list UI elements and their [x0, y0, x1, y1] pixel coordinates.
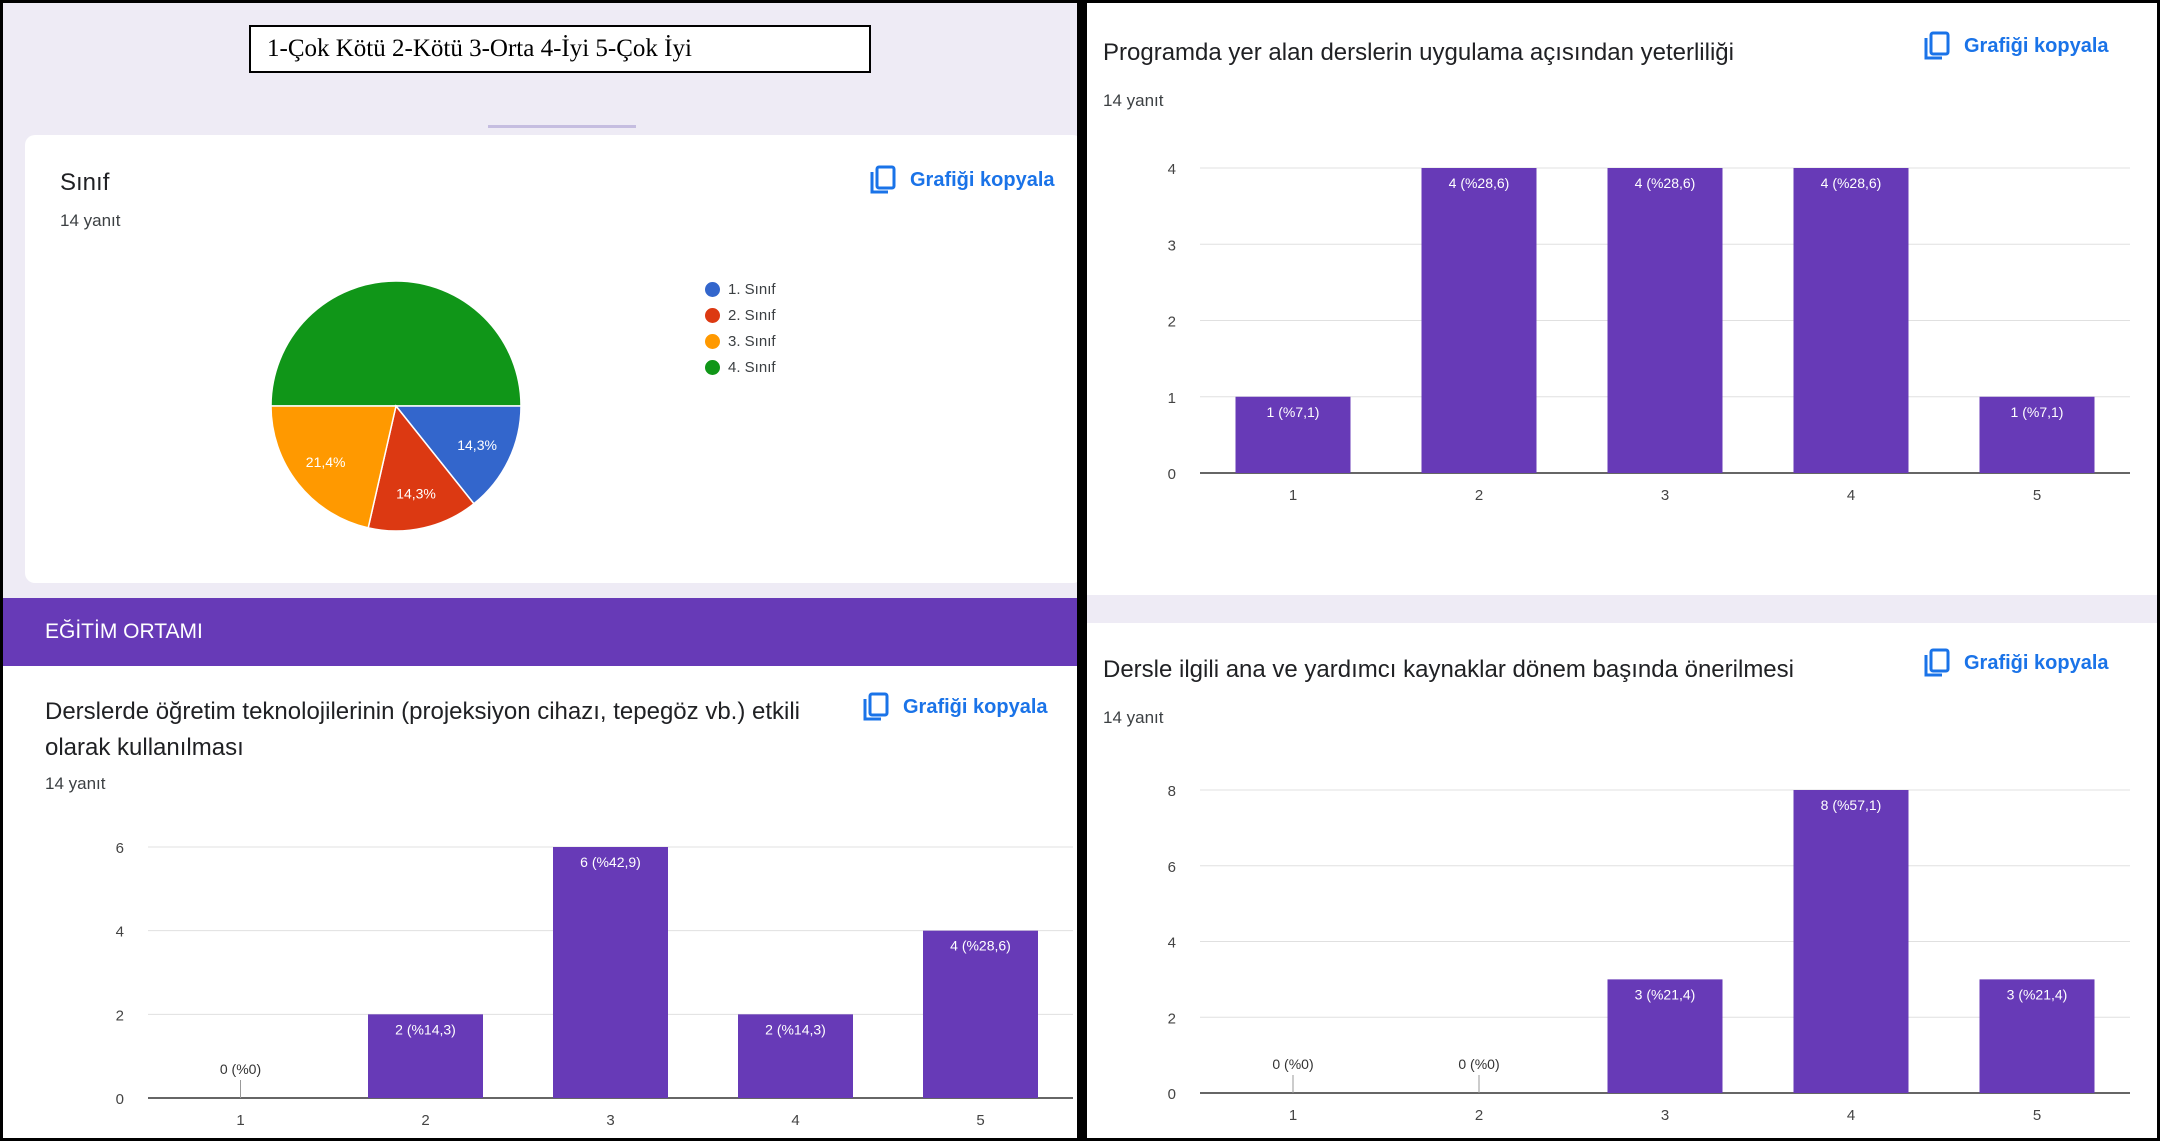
- bar-value-label: 2 (%14,3): [765, 1021, 826, 1037]
- legend-label: 2. Sınıf: [728, 307, 776, 324]
- y-tick-label: 0: [116, 1091, 124, 1108]
- legend-label: 1. Sınıf: [728, 281, 776, 298]
- pie-chart-card: Sınıf 14 yanıt Grafiği kopyala 50% 14,3% 1…: [25, 135, 1077, 583]
- legend-label: 3. Sınıf: [728, 333, 776, 350]
- y-tick-label: 4: [1168, 161, 1176, 178]
- x-tick-label: 5: [2033, 487, 2041, 504]
- x-tick-label: 1: [1289, 487, 1297, 504]
- y-tick-label: 4: [116, 924, 124, 941]
- y-tick-label: 3: [1168, 237, 1176, 254]
- x-tick-label: 1: [1289, 1107, 1297, 1124]
- x-tick-label: 2: [421, 1112, 429, 1129]
- bar-chart-practical-adequacy: 0 1 2 3 4 1 (%7,1) 1 4 (%28,6) 2 4 (%28,6) 3 4 (%28…: [1168, 161, 2130, 504]
- bar-value-label: 0 (%0): [1272, 1056, 1313, 1072]
- section-header: EĞİTİM ORTAMI: [3, 598, 1077, 666]
- x-tick-label: 2: [1475, 487, 1483, 504]
- pie-label-3: 21,4%: [306, 454, 346, 470]
- bar-value-label: 2 (%14,3): [395, 1021, 456, 1037]
- bar-value-label: 3 (%21,4): [1635, 986, 1696, 1002]
- y-tick-label: 1: [1168, 390, 1176, 407]
- bar-4: [1793, 790, 1909, 1093]
- pie-label-1: 14,3%: [457, 437, 497, 453]
- x-tick-label: 3: [606, 1112, 614, 1129]
- pie-label-2: 14,3%: [396, 486, 436, 502]
- bar-value-label: 3 (%21,4): [2007, 986, 2068, 1002]
- x-tick-label: 5: [976, 1112, 984, 1129]
- y-tick-label: 0: [1168, 1086, 1176, 1103]
- y-tick-label: 2: [1168, 1010, 1176, 1027]
- bar-value-label: 8 (%57,1): [1821, 797, 1882, 813]
- bar-value-label: 4 (%28,6): [950, 938, 1011, 954]
- x-tick-label: 5: [2033, 1107, 2041, 1124]
- legend-dot: [705, 360, 720, 375]
- y-tick-label: 6: [1168, 859, 1176, 876]
- bar-4: [1793, 168, 1909, 473]
- y-tick-label: 2: [116, 1007, 124, 1024]
- bar-value-label: 6 (%42,9): [580, 854, 641, 870]
- bar-5: [923, 930, 1038, 1098]
- legend-dot: [705, 334, 720, 349]
- y-tick-label: 4: [1168, 935, 1176, 952]
- left-bottom-panel: Derslerde öğretim teknolojilerinin (proj…: [3, 666, 1077, 1138]
- bar-2: [1421, 168, 1537, 473]
- right-top-panel: Programda yer alan derslerin uygulama aç…: [1087, 3, 2157, 595]
- bar-value-label: 0 (%0): [1458, 1056, 1499, 1072]
- tab-indicator: [488, 125, 636, 128]
- bar-chart-teaching-technologies: 0 2 4 6 0 (%0) 1 2 (%14,3) 2 6 (%42,9) 3 2 (%14,3)…: [116, 840, 1073, 1129]
- legend-dot: [705, 308, 720, 323]
- pie-legend-item: 4. Sınıf: [705, 359, 776, 376]
- x-tick-label: 3: [1661, 1107, 1669, 1124]
- pie-chart: 50% 14,3% 14,3% 21,4%: [270, 268, 522, 532]
- bar-value-label: 1 (%7,1): [1267, 404, 1320, 420]
- right-gap: [1087, 595, 2157, 623]
- x-tick-label: 2: [1475, 1107, 1483, 1124]
- bar-value-label: 4 (%28,6): [1635, 175, 1696, 191]
- x-tick-label: 3: [1661, 487, 1669, 504]
- y-tick-label: 0: [1168, 466, 1176, 483]
- pie-label-4: 50%: [380, 268, 408, 284]
- y-tick-label: 2: [1168, 314, 1176, 331]
- rating-scale-legend: 1-Çok Kötü 2-Kötü 3-Orta 4-İyi 5-Çok İyi: [249, 25, 871, 73]
- pie-slice-4: [270, 280, 522, 407]
- left-top-panel: 1-Çok Kötü 2-Kötü 3-Orta 4-İyi 5-Çok İyi…: [3, 3, 1077, 598]
- right-bottom-panel: Dersle ilgili ana ve yardımcı kaynaklar …: [1087, 623, 2157, 1138]
- bar-3: [1607, 168, 1723, 473]
- pie-legend-item: 1. Sınıf: [705, 281, 776, 298]
- pie-legend-item: 2. Sınıf: [705, 307, 776, 324]
- x-tick-label: 1: [236, 1112, 244, 1129]
- pie-legend-item: 3. Sınıf: [705, 333, 776, 350]
- bar-value-label: 4 (%28,6): [1449, 175, 1510, 191]
- x-tick-label: 4: [791, 1112, 799, 1129]
- y-tick-label: 6: [116, 840, 124, 857]
- bar-value-label: 0 (%0): [220, 1061, 261, 1077]
- bar-chart-resources-recommended: 0 2 4 6 8 0 (%0) 1 0 (%0) 2 3 (%21,4) 3 8 (%57,1) 4 3…: [1168, 783, 2130, 1124]
- y-tick-label: 8: [1168, 783, 1176, 800]
- x-tick-label: 4: [1847, 1107, 1855, 1124]
- bar-3: [553, 847, 668, 1098]
- legend-dot: [705, 282, 720, 297]
- legend-label: 4. Sınıf: [728, 359, 776, 376]
- x-tick-label: 4: [1847, 487, 1855, 504]
- bar-value-label: 1 (%7,1): [2011, 404, 2064, 420]
- bar-value-label: 4 (%28,6): [1821, 175, 1882, 191]
- panel-divider: [1077, 0, 1087, 1141]
